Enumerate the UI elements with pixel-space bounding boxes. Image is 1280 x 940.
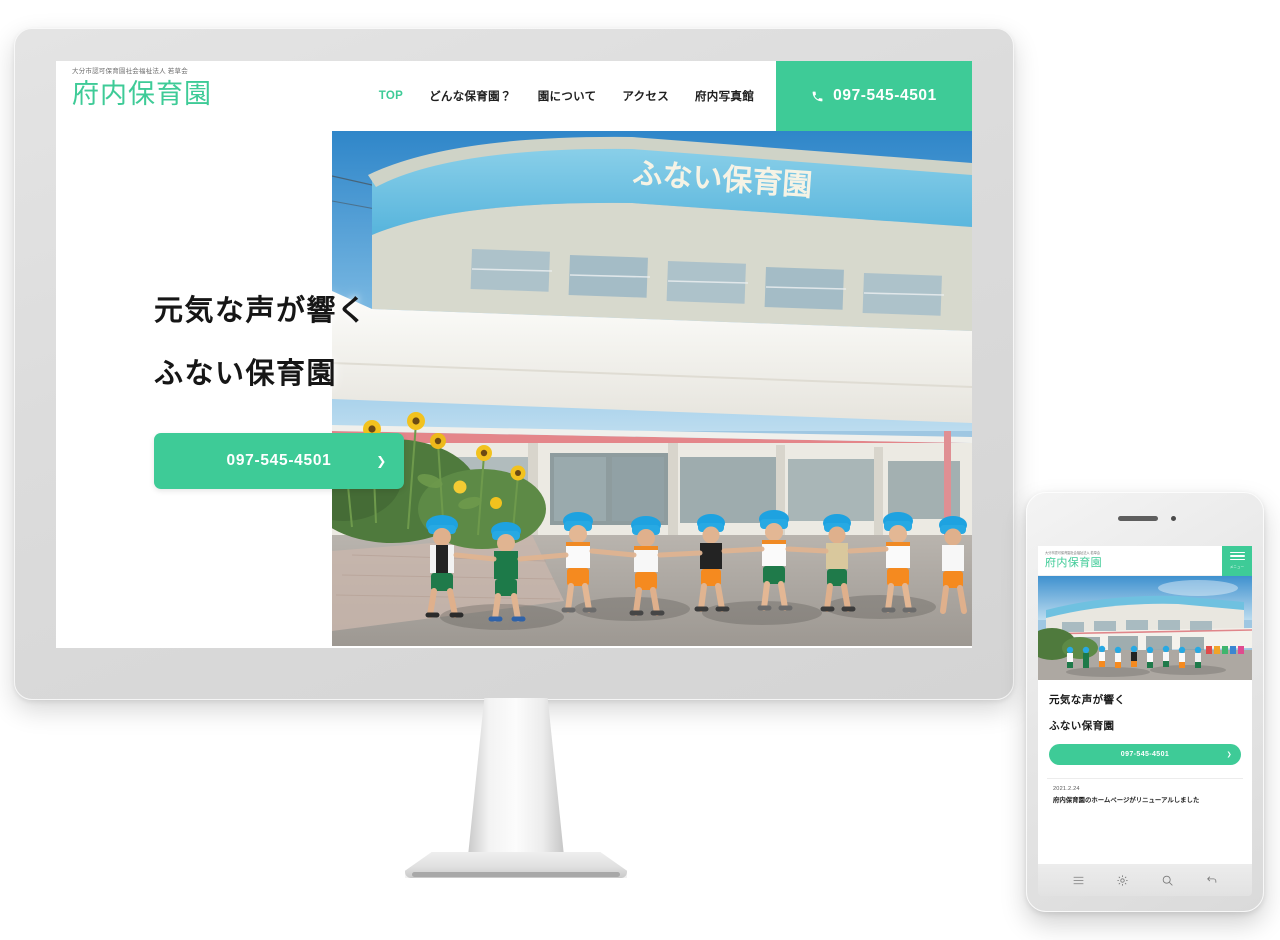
brand-kicker: 大分市認可保育園社会福祉法人 若草会	[72, 68, 188, 75]
nav-item-about-nursery[interactable]: どんな保育園？	[429, 88, 512, 104]
desktop-screen: 大分市認可保育園社会福祉法人 若草会 府内保育園 TOP どんな保育園？ 園につ…	[56, 61, 972, 648]
back-icon[interactable]	[1205, 874, 1218, 887]
phone-system-navbar	[1038, 864, 1252, 896]
hamburger-icon-bar	[1229, 551, 1245, 554]
menu-icon[interactable]	[1072, 874, 1085, 887]
mobile-phone-cta[interactable]: 097-545-4501 ❯	[1049, 744, 1241, 765]
phone-screen: 大分市認可保育園社会福祉法人 若草会 府内保育園 メニュー 元気な声が響く ふな…	[1038, 546, 1252, 864]
hero-headline-line2: ふない保育園	[154, 358, 338, 390]
site-header: 大分市認可保育園社会福祉法人 若草会 府内保育園 TOP どんな保育園？ 園につ…	[56, 61, 972, 131]
site-logo[interactable]: 大分市認可保育園社会福祉法人 若草会 府内保育園	[56, 61, 356, 131]
mobile-hero-copy: 元気な声が響く ふない保育園	[1038, 680, 1252, 733]
hamburger-menu-label: メニュー	[1229, 565, 1245, 570]
mobile-hero-illustration	[1038, 576, 1252, 680]
mobile-brand-kicker: 大分市認可保育園社会福祉法人 若草会	[1045, 551, 1101, 556]
hero-phone-cta[interactable]: 097-545-4501 ❯	[154, 433, 404, 489]
hero-photo-illustration: ふない保育園	[332, 131, 972, 646]
desktop-monitor: 大分市認可保育園社会福祉法人 若草会 府内保育園 TOP どんな保育園？ 園につ…	[14, 28, 1014, 700]
hero-copy: 元気な声が響く ふない保育園 097-545-4501 ❯	[154, 297, 404, 489]
mobile-headline-line2: ふない保育園	[1049, 720, 1115, 732]
hamburger-menu-button[interactable]: メニュー	[1222, 546, 1252, 576]
mobile-hero-photo	[1038, 576, 1252, 680]
chevron-right-icon: ❯	[376, 454, 387, 468]
mockup-stage: 大分市認可保育園社会福祉法人 若草会 府内保育園 TOP どんな保育園？ 園につ…	[0, 0, 1280, 940]
news-title: 府内保育園のホームページがリニューアルしました	[1053, 797, 1200, 804]
header-phone-number: 097-545-4501	[833, 87, 937, 104]
nav-item-top[interactable]: TOP	[379, 90, 403, 102]
hero-cta-label: 097-545-4501	[226, 452, 332, 469]
nav-item-about-school[interactable]: 園について	[538, 88, 597, 104]
settings-icon[interactable]	[1116, 874, 1129, 887]
header-phone-button[interactable]: 097-545-4501	[776, 61, 972, 131]
hero-photo: ふない保育園	[332, 131, 972, 646]
nav-item-access[interactable]: アクセス	[622, 88, 669, 104]
mobile-phone: 大分市認可保育園社会福祉法人 若草会 府内保育園 メニュー 元気な声が響く ふな…	[1026, 492, 1264, 912]
hero-headline-line1: 元気な声が響く	[154, 295, 368, 327]
news-date: 2021.2.24	[1053, 786, 1080, 792]
mobile-brand-name: 府内保育園	[1045, 556, 1102, 569]
brand-name: 府内保育園	[72, 78, 212, 109]
monitor-stand-neck	[468, 698, 564, 856]
phone-icon	[812, 91, 823, 101]
primary-navigation: TOP どんな保育園？ 園について アクセス 府内写真館	[356, 61, 776, 131]
hamburger-icon-bar	[1229, 558, 1245, 561]
mobile-headline-line1: 元気な声が響く	[1049, 694, 1126, 706]
search-icon[interactable]	[1161, 874, 1174, 887]
nav-item-photo-gallery[interactable]: 府内写真館	[695, 88, 754, 104]
hero-section: ふない保育園 元気な声が響く ふない保育園 097-545-4501 ❯	[56, 131, 972, 648]
mobile-cta-label: 097-545-4501	[1120, 751, 1170, 758]
monitor-stand-foot	[412, 872, 620, 877]
mobile-site-logo[interactable]: 大分市認可保育園社会福祉法人 若草会 府内保育園	[1038, 552, 1222, 568]
mobile-header: 大分市認可保育園社会福祉法人 若草会 府内保育園 メニュー	[1038, 546, 1252, 576]
phone-speaker	[1118, 516, 1158, 521]
phone-camera-icon	[1171, 516, 1176, 521]
hamburger-icon-bar	[1229, 555, 1245, 557]
mobile-news-item[interactable]: 2021.2.24 府内保育園のホームページがリニューアルしました	[1047, 778, 1243, 806]
chevron-right-icon: ❯	[1226, 752, 1232, 758]
